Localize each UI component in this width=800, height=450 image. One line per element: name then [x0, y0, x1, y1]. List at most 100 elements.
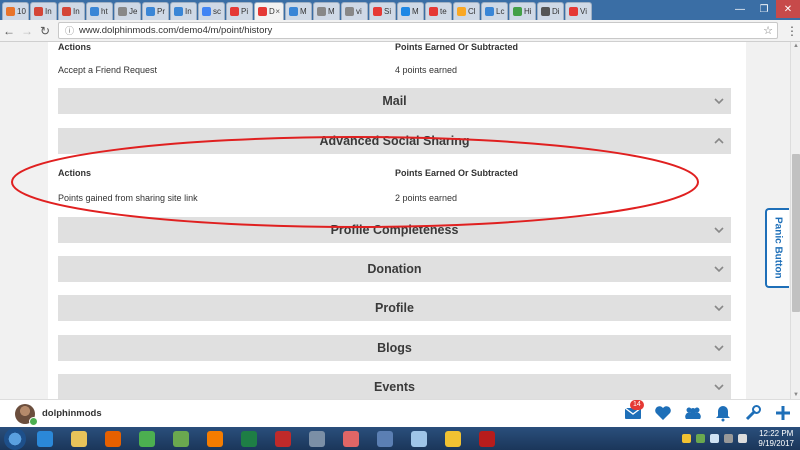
explorer-icon	[71, 430, 87, 447]
windows-taskbar: 12:22 PM 9/19/2017	[0, 427, 800, 450]
tab-favicon-icon	[485, 7, 494, 16]
browser-tab[interactable]: M	[397, 2, 424, 20]
taskbar-app-frog[interactable]	[166, 428, 196, 449]
taskbar-app-acrobat[interactable]	[472, 428, 502, 449]
browser-tab[interactable]: 10	[2, 2, 29, 20]
maximize-button[interactable]: ❐	[752, 0, 776, 18]
scroll-up-icon[interactable]: ▲	[791, 43, 800, 49]
tab-label: 10	[17, 7, 26, 16]
tab-label: vi	[356, 7, 362, 16]
browser-tab[interactable]: Hi	[509, 2, 536, 20]
tab-favicon-icon	[6, 7, 15, 16]
tab-label: Vi	[580, 7, 587, 16]
back-arrow-icon[interactable]: ←	[0, 24, 18, 38]
browser-tab[interactable]: M	[285, 2, 312, 20]
browser-tab[interactable]: Vi	[565, 2, 592, 20]
minimize-button[interactable]: —	[728, 0, 752, 18]
forward-arrow-icon[interactable]: →	[18, 24, 36, 38]
browser-tab[interactable]: In	[170, 2, 197, 20]
tab-favicon-icon	[569, 7, 578, 16]
taskbar-app-outlook[interactable]	[438, 428, 468, 449]
bell-icon[interactable]	[714, 404, 732, 422]
taskbar-app-tool[interactable]	[302, 428, 332, 449]
taskbar-app-paint[interactable]	[404, 428, 434, 449]
tray-icon[interactable]	[682, 434, 692, 443]
tab-favicon-icon	[457, 7, 466, 16]
tab-favicon-icon	[90, 7, 99, 16]
taskbar-app-app[interactable]	[370, 428, 400, 449]
browser-tab[interactable]: sc	[198, 2, 225, 20]
taskbar-app-firefox[interactable]	[98, 428, 128, 449]
taskbar-app-excel[interactable]	[234, 428, 264, 449]
reload-icon[interactable]: ↻	[36, 24, 54, 38]
browser-tab[interactable]: Si	[369, 2, 396, 20]
browser-tab[interactable]: In	[30, 2, 57, 20]
url-text: www.dolphinmods.com/demo4/m/point/histor…	[79, 25, 273, 36]
tab-label: Pr	[157, 7, 165, 16]
volume-icon[interactable]	[738, 434, 748, 443]
tray-icon[interactable]	[710, 434, 720, 443]
scrollbar-thumb[interactable]	[792, 154, 800, 312]
browser-tab[interactable]: Lc	[481, 2, 508, 20]
user-bar: dolphinmods 14	[0, 399, 800, 427]
browser-menu-icon[interactable]: ⋮	[784, 24, 800, 38]
tab-label: M	[412, 7, 419, 16]
tray-icon[interactable]	[696, 434, 706, 443]
clock-time: 12:22 PM	[759, 428, 794, 438]
taskbar-app-chrome[interactable]	[132, 428, 162, 449]
paint-icon	[411, 430, 427, 447]
window-controls: — ❐ ✕	[728, 0, 800, 20]
tab-label: Je	[129, 7, 138, 16]
browser-tab[interactable]: ht	[86, 2, 113, 20]
browser-tab[interactable]: In	[58, 2, 85, 20]
browser-tab[interactable]: D ×	[254, 2, 284, 20]
panic-button-label: Panic Button	[772, 217, 784, 279]
network-icon[interactable]	[724, 434, 734, 443]
wrench-icon[interactable]	[744, 404, 762, 422]
panic-button[interactable]: Panic Button	[765, 208, 789, 288]
plus-icon[interactable]	[774, 404, 792, 422]
browser-tab[interactable]: te	[425, 2, 452, 20]
browser-tab[interactable]: vi	[341, 2, 368, 20]
page-info-icon[interactable]: ⓘ	[65, 24, 74, 37]
frog-icon	[173, 430, 189, 447]
browser-tab[interactable]: Pi	[226, 2, 253, 20]
page-scrollbar[interactable]: ▲ ▼	[790, 42, 800, 399]
system-clock[interactable]: 12:22 PM 9/19/2017	[758, 429, 794, 449]
tab-favicon-icon	[146, 7, 155, 16]
scroll-down-icon[interactable]: ▼	[791, 392, 800, 398]
browser-tab[interactable]: Je	[114, 2, 141, 20]
mail-icon[interactable]: 14	[624, 400, 644, 422]
tab-favicon-icon	[62, 7, 71, 16]
bookmark-star-icon[interactable]: ☆	[763, 24, 773, 37]
tab-label: Si	[384, 7, 392, 16]
taskbar-app-eraser[interactable]	[336, 428, 366, 449]
outlook-icon	[445, 430, 461, 447]
tab-label: In	[45, 7, 52, 16]
tab-favicon-icon	[34, 7, 43, 16]
taskbar-app-ie[interactable]	[30, 428, 60, 449]
tab-favicon-icon	[174, 7, 183, 16]
start-button[interactable]	[4, 427, 26, 450]
taskbar-app-explorer[interactable]	[64, 428, 94, 449]
close-tab-icon[interactable]: ×	[275, 7, 280, 16]
acrobat-icon	[479, 430, 495, 447]
avatar[interactable]	[15, 403, 38, 426]
taskbar-app-media[interactable]	[200, 428, 230, 449]
friends-icon[interactable]	[684, 404, 702, 422]
tab-label: Pi	[241, 7, 249, 16]
tab-favicon-icon	[289, 7, 298, 16]
browser-tab[interactable]: Pr	[142, 2, 169, 20]
browser-tab[interactable]: M	[313, 2, 340, 20]
close-window-button[interactable]: ✕	[776, 0, 800, 18]
username[interactable]: dolphinmods	[42, 408, 102, 419]
address-bar[interactable]: ⓘ www.dolphinmods.com/demo4/m/point/hist…	[58, 22, 778, 39]
heart-icon[interactable]	[654, 404, 672, 422]
browser-tab[interactable]: Di	[537, 2, 564, 20]
tab-favicon-icon	[317, 7, 326, 16]
chrome-icon	[139, 430, 155, 447]
tab-label: Di	[552, 7, 560, 16]
browser-tab[interactable]: Cl	[453, 2, 480, 20]
red-highlight-ellipse	[11, 136, 699, 228]
taskbar-app-filezilla[interactable]	[268, 428, 298, 449]
